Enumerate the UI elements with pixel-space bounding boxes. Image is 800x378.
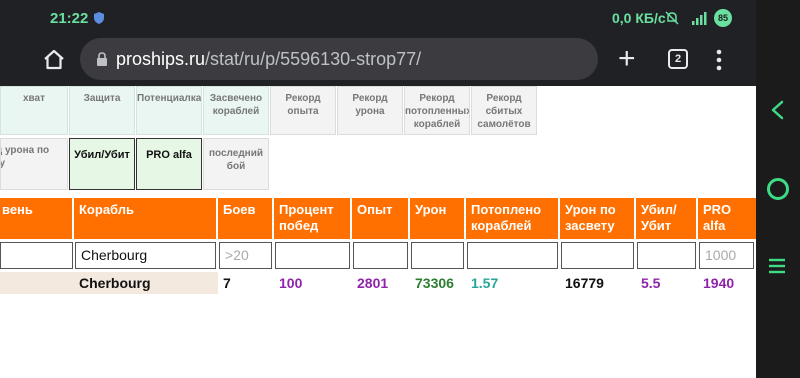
filter-sunk-input[interactable]: [467, 242, 558, 269]
signal-icon: [692, 12, 707, 25]
recent-apps-icon[interactable]: [768, 258, 786, 274]
home-circle-icon[interactable]: [767, 178, 789, 200]
cell-winrate: 100: [274, 272, 352, 294]
more-menu-icon[interactable]: [712, 48, 726, 72]
table-row: Cherbourg 7 100 2801 73306 1.57 16779 5.…: [0, 272, 756, 294]
url-text[interactable]: proships.ru/stat/ru/p/5596130-strop77/: [116, 49, 421, 70]
filter-level-input[interactable]: [0, 242, 73, 269]
filter-spot-damage-input[interactable]: [561, 242, 634, 269]
pro-alfa-button[interactable]: PRO alfa: [136, 138, 202, 190]
header-spot-damage[interactable]: Урон по засвету: [560, 198, 636, 239]
zahvat-button[interactable]: хват: [0, 86, 68, 135]
header-damage[interactable]: Урон: [410, 198, 466, 239]
mute-icon: [665, 11, 679, 25]
cell-pro: 1940: [698, 272, 756, 294]
rekord-opyta-button[interactable]: Рекорд опыта: [270, 86, 336, 135]
address-bar[interactable]: proships.ru/stat/ru/p/5596130-strop77/: [80, 38, 598, 80]
back-icon[interactable]: [769, 100, 787, 120]
cell-ship: Cherbourg: [74, 272, 218, 294]
rekord-sbityh-button[interactable]: Рекорд сбитых самолётов: [471, 86, 537, 135]
header-exp[interactable]: Опыт: [352, 198, 410, 239]
header-battles[interactable]: Боев: [218, 198, 274, 239]
shield-icon: [94, 12, 104, 24]
filter-pro-input[interactable]: 1000: [699, 242, 754, 269]
potentsialka-button[interactable]: Потенциалка: [136, 86, 202, 135]
cell-kd: 5.5: [636, 272, 698, 294]
header-sunk[interactable]: Потоплено кораблей: [466, 198, 560, 239]
header-kd[interactable]: Убил/ Убит: [636, 198, 698, 239]
status-time: 21:22: [50, 10, 89, 27]
ubil-ubit-button[interactable]: Убил/Убит: [69, 138, 135, 190]
home-icon[interactable]: [42, 48, 66, 72]
filter-winrate-input[interactable]: [275, 242, 350, 269]
zashchita-button[interactable]: Защита: [69, 86, 135, 135]
filter-damage-input[interactable]: [411, 242, 464, 269]
cell-battles: 7: [218, 272, 274, 294]
lock-icon[interactable]: [96, 52, 108, 66]
filter-ship-input[interactable]: Cherbourg: [75, 242, 216, 269]
rekord-potoplennyh-button[interactable]: Рекорд потопленных кораблей: [404, 86, 470, 135]
cell-sunk: 1.57: [466, 272, 560, 294]
rekord-urona-button[interactable]: Рекорд урона: [337, 86, 403, 135]
table-header: вень Корабль Боев Процент побед Опыт Уро…: [0, 198, 756, 239]
page-content: хват Защита Потенциалка Засвечено корабл…: [0, 86, 756, 378]
system-nav-bar: [756, 0, 800, 378]
zasvecheno-button[interactable]: Засвечено кораблей: [203, 86, 269, 135]
filter-exp-input[interactable]: [353, 242, 408, 269]
filter-row: Cherbourg >20 1000: [0, 240, 756, 270]
posledniy-boy-button[interactable]: последний бой: [203, 138, 269, 190]
browser-toolbar: proships.ru/stat/ru/p/5596130-strop77/ +…: [0, 36, 756, 86]
cell-exp: 2801: [352, 272, 410, 294]
new-tab-button[interactable]: +: [618, 44, 636, 74]
battery-icon: 85: [714, 9, 732, 27]
filter-kd-input[interactable]: [637, 242, 696, 269]
header-pro[interactable]: PRO alfa: [698, 198, 756, 239]
cell-spot-damage: 16779: [560, 272, 636, 294]
filter-battles-input[interactable]: >20: [219, 242, 272, 269]
status-bar: 21:22 0,0 КБ/с 85: [0, 0, 756, 36]
rekord-urona-zasvetu-button[interactable]: Рекорд урона по засвету: [0, 138, 68, 190]
network-speed: 0,0 КБ/с: [612, 10, 666, 26]
cell-damage: 73306: [410, 272, 466, 294]
header-level[interactable]: вень: [0, 198, 74, 239]
tab-switcher-button[interactable]: 2: [668, 49, 688, 69]
header-winrate[interactable]: Процент побед: [274, 198, 352, 239]
header-ship[interactable]: Корабль: [74, 198, 218, 239]
rekord-urona-zasvetu-label: Рекорд урона по засвету: [0, 145, 50, 169]
cell-level: [0, 272, 74, 294]
